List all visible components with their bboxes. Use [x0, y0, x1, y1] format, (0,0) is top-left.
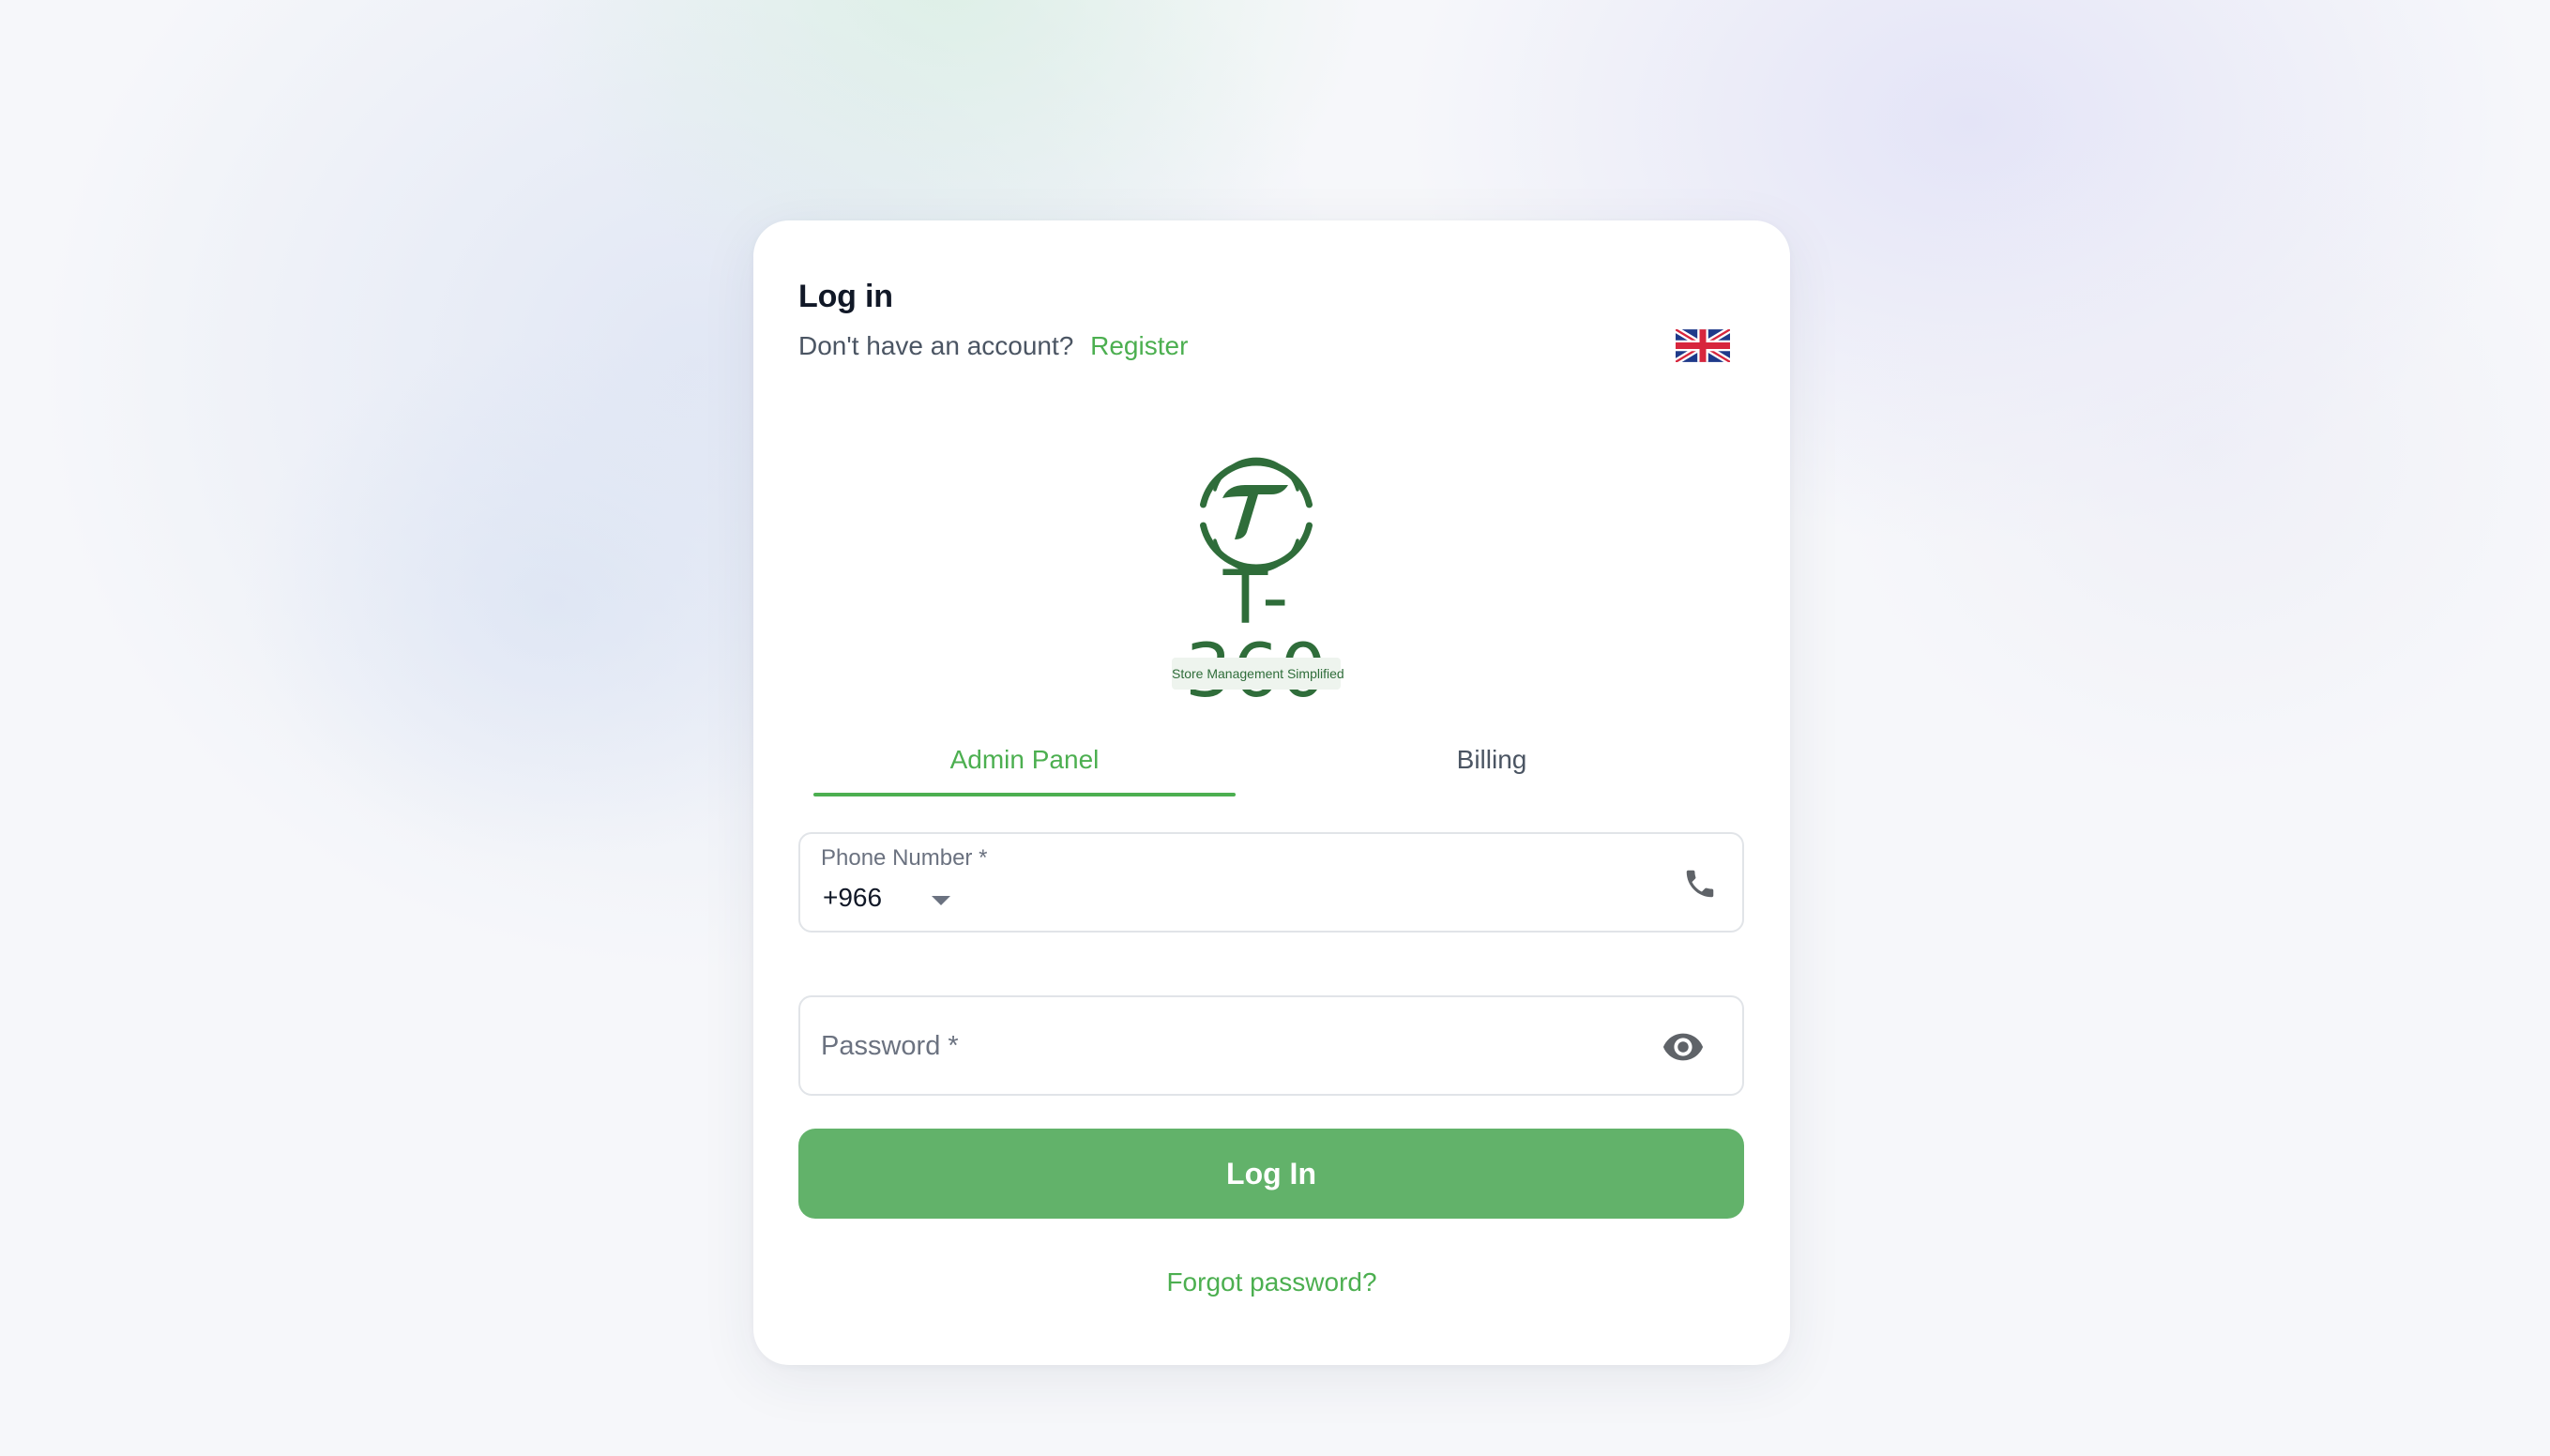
register-prompt: Don't have an account? Register	[798, 331, 1188, 361]
phone-number-label: Phone Number *	[821, 845, 988, 871]
background-blob	[1829, 113, 2550, 788]
eye-icon[interactable]	[1662, 1025, 1705, 1069]
page-title: Log in	[798, 279, 893, 314]
tab-billing[interactable]: Billing	[1236, 727, 1748, 793]
login-button[interactable]: Log In	[798, 1129, 1744, 1219]
password-field[interactable]: Password *	[798, 995, 1744, 1096]
phone-number-field[interactable]: Phone Number * +966	[798, 832, 1744, 933]
uk-flag-icon[interactable]	[1676, 329, 1730, 362]
tab-admin-panel[interactable]: Admin Panel	[813, 727, 1236, 793]
register-prompt-text: Don't have an account?	[798, 331, 1074, 360]
active-tab-indicator	[813, 793, 1236, 796]
logo-tagline: Store Management Simplified	[1172, 658, 1344, 690]
chevron-down-icon[interactable]	[932, 896, 950, 905]
forgot-password-link[interactable]: Forgot password?	[753, 1267, 1790, 1297]
register-link[interactable]: Register	[1090, 331, 1188, 360]
country-code-select[interactable]: +966	[823, 883, 882, 913]
login-mode-tabs: Admin Panel Billing	[813, 727, 1748, 802]
password-label: Password *	[821, 1031, 959, 1061]
phone-icon	[1686, 870, 1714, 898]
login-card: Log in Don't have an account? Register T…	[753, 220, 1790, 1365]
t360-logo: T-360 Store Management Simplified	[1153, 449, 1397, 708]
